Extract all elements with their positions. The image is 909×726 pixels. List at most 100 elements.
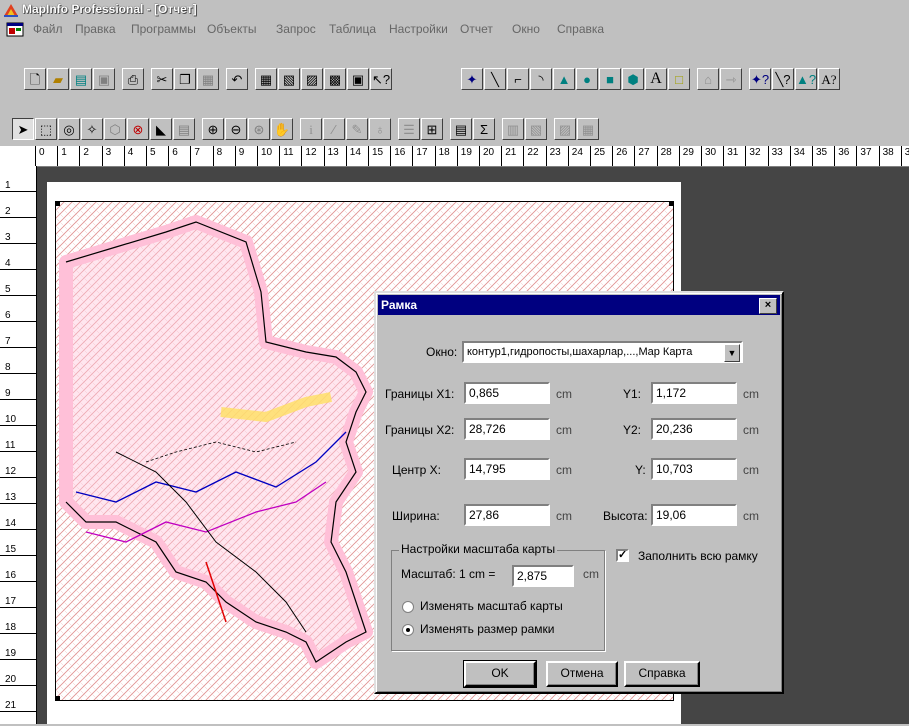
window-select[interactable]: контур1,гидропосты,шахарлар,...,Map Карт…: [462, 341, 743, 363]
symbol-tool-icon[interactable]: ✦: [461, 68, 483, 90]
symbol-style-icon[interactable]: ✦?: [749, 68, 771, 90]
scale-field[interactable]: 2,875: [512, 565, 574, 587]
radio-change-scale-label[interactable]: Изменять масштаб карты: [420, 599, 563, 613]
ruler-tool-icon[interactable]: ⊞: [421, 118, 443, 140]
frame-dialog: Рамка × Окно: контур1,гидропосты,шахарла…: [374, 291, 784, 694]
unselect-all-icon[interactable]: ⊗: [127, 118, 149, 140]
change-view-icon[interactable]: ⊛: [248, 118, 270, 140]
marquee-select-icon[interactable]: ⬚: [35, 118, 57, 140]
y1-field[interactable]: 1,172: [651, 382, 737, 404]
ok-button[interactable]: OK: [463, 660, 537, 688]
scale-label: Масштаб: 1 cm =: [401, 567, 496, 581]
menu-edit[interactable]: Правка: [75, 22, 116, 36]
graph-select-icon[interactable]: ▤: [173, 118, 195, 140]
text-style-icon[interactable]: A?: [818, 68, 840, 90]
radio-change-scale[interactable]: [402, 601, 414, 613]
label-tool-icon[interactable]: ∕: [323, 118, 345, 140]
ellipse-tool-icon[interactable]: ●: [576, 68, 598, 90]
new-grapher-icon[interactable]: ▨: [301, 68, 323, 90]
line-style-icon[interactable]: ╲?: [772, 68, 794, 90]
scale-bar-icon[interactable]: ▥: [502, 118, 524, 140]
radio-change-frame-size-label[interactable]: Изменять размер рамки: [420, 622, 554, 636]
legend-icon[interactable]: ▤: [450, 118, 472, 140]
menu-window[interactable]: Окно: [512, 22, 540, 36]
zoom-in-icon[interactable]: ⊕: [202, 118, 224, 140]
frame-handle-bl[interactable]: [56, 696, 60, 700]
line-tool-icon[interactable]: ╲: [484, 68, 506, 90]
menu-table[interactable]: Таблица: [329, 22, 376, 36]
print-icon[interactable]: ⎙: [122, 68, 144, 90]
copy-icon[interactable]: ❐: [174, 68, 196, 90]
close-icon[interactable]: ×: [759, 298, 777, 314]
width-field[interactable]: 27,86: [464, 504, 550, 526]
grabber-hand-icon[interactable]: ✋: [271, 118, 293, 140]
menu-query[interactable]: Запрос: [276, 22, 316, 36]
new-mapper-icon[interactable]: ▧: [278, 68, 300, 90]
y2-field[interactable]: 20,236: [651, 418, 737, 440]
x1-field[interactable]: 0,865: [464, 382, 550, 404]
set-target-icon[interactable]: ▨: [554, 118, 576, 140]
radio-change-frame-size[interactable]: [402, 624, 414, 636]
frame-tool-icon[interactable]: □: [668, 68, 690, 90]
hotlink-icon[interactable]: ♁: [369, 118, 391, 140]
overlay-nodes-icon[interactable]: ▦: [577, 118, 599, 140]
open-folder-icon[interactable]: ▰: [47, 68, 69, 90]
ruler-v-tick: 14: [0, 504, 36, 530]
scale-group-title: Настройки масштаба карты: [399, 542, 558, 556]
center-x-field[interactable]: 14,795: [464, 458, 550, 480]
rounded-rectangle-tool-icon[interactable]: ⬢: [622, 68, 644, 90]
polygon-tool-icon[interactable]: ▲: [553, 68, 575, 90]
drag-map-icon[interactable]: ✎: [346, 118, 368, 140]
ruler-v-tick: 19: [0, 634, 36, 660]
menu-report[interactable]: Отчет: [460, 22, 493, 36]
standard-toolbar: 🗋 ▰ ▤ ▣ ⎙ ✂ ❐ ▦ ↶ ▦ ▧ ▨ ▩ ▣ ↖?: [24, 66, 393, 92]
cut-icon[interactable]: ✂: [151, 68, 173, 90]
cancel-button[interactable]: Отмена: [546, 661, 618, 687]
rectangle-tool-icon[interactable]: ■: [599, 68, 621, 90]
select-arrow-icon[interactable]: ➤: [12, 118, 34, 140]
height-field[interactable]: 19,06: [651, 504, 737, 526]
polyline-tool-icon[interactable]: ⌐: [507, 68, 529, 90]
help-pointer-icon[interactable]: ↖?: [370, 68, 392, 90]
polygon-select-icon[interactable]: ✧: [81, 118, 103, 140]
invert-selection-icon[interactable]: ◣: [150, 118, 172, 140]
title-bar: MapInfo Professional - [Отчет]: [0, 0, 909, 19]
main-toolbar: ➤ ⬚ ◎ ✧ ⬡ ⊗ ◣ ▤ ⊕ ⊖ ⊛ ✋ i ∕ ✎ ♁ ☰ ⊞ ▤ Σ …: [12, 116, 600, 142]
paste-icon[interactable]: ▦: [197, 68, 219, 90]
new-document-icon[interactable]: 🗋: [24, 68, 46, 90]
open-workspace-icon[interactable]: ▤: [70, 68, 92, 90]
text-tool-icon[interactable]: A: [645, 68, 667, 90]
menu-help[interactable]: Справка: [557, 22, 604, 36]
menu-programs[interactable]: Программы: [131, 22, 196, 36]
new-layout-icon[interactable]: ▩: [324, 68, 346, 90]
region-style-icon[interactable]: ▲?: [795, 68, 817, 90]
clip-region-icon[interactable]: ▧: [525, 118, 547, 140]
frame-handle-tr[interactable]: [669, 202, 673, 206]
info-tool-icon[interactable]: i: [300, 118, 322, 140]
layer-control-icon[interactable]: ☰: [398, 118, 420, 140]
chevron-down-icon[interactable]: ▼: [724, 344, 740, 362]
x2-field[interactable]: 28,726: [464, 418, 550, 440]
menu-objects[interactable]: Объекты: [207, 22, 257, 36]
menu-file[interactable]: Файл: [33, 22, 63, 36]
fill-frame-checkbox[interactable]: ✓: [616, 549, 629, 562]
menu-settings[interactable]: Настройки: [389, 22, 448, 36]
arc-tool-icon[interactable]: ◝: [530, 68, 552, 90]
help-button[interactable]: Справка: [624, 661, 700, 687]
zoom-out-icon[interactable]: ⊖: [225, 118, 247, 140]
report-window-icon[interactable]: [6, 22, 24, 37]
boundary-select-icon[interactable]: ⬡: [104, 118, 126, 140]
radius-select-icon[interactable]: ◎: [58, 118, 80, 140]
save-icon[interactable]: ▣: [93, 68, 115, 90]
mapinfo-app-icon[interactable]: [3, 2, 19, 17]
fill-frame-label[interactable]: Заполнить всю рамку: [638, 549, 758, 563]
undo-icon[interactable]: ↶: [226, 68, 248, 90]
new-browser-icon[interactable]: ▦: [255, 68, 277, 90]
ruler-h-tick: 1: [57, 146, 79, 166]
new-redistrict-icon[interactable]: ▣: [347, 68, 369, 90]
add-node-icon[interactable]: ⇾: [720, 68, 742, 90]
center-y-field[interactable]: 10,703: [651, 458, 737, 480]
reshape-icon[interactable]: ⌂: [697, 68, 719, 90]
statistics-icon[interactable]: Σ: [473, 118, 495, 140]
frame-handle-tl[interactable]: [56, 202, 60, 206]
